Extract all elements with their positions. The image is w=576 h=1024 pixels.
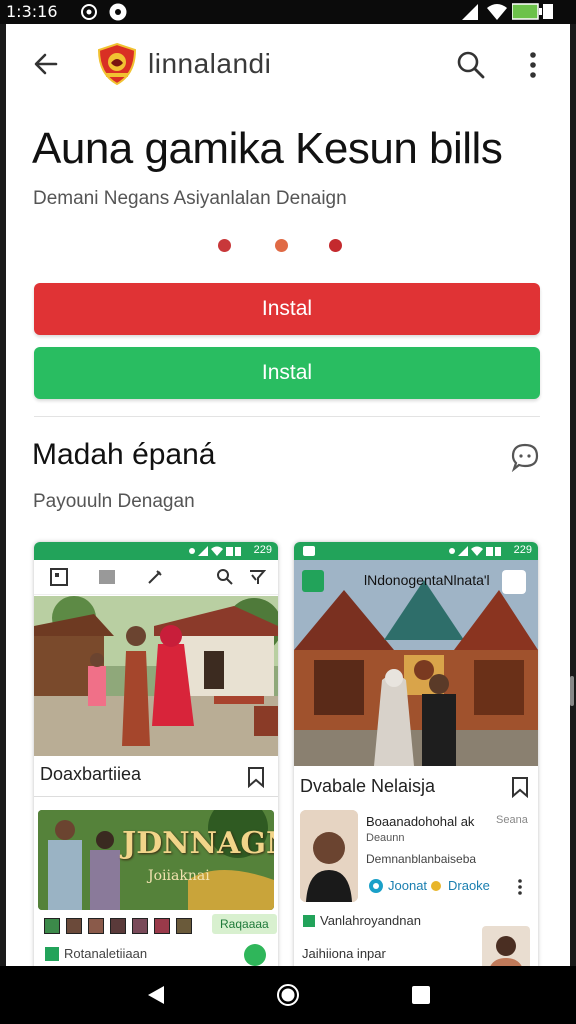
chat-bubble-icon[interactable] — [510, 442, 540, 472]
avatar[interactable] — [132, 918, 148, 934]
page-subline: Demani Negans Asiyanlalan Denaign — [33, 188, 347, 209]
card-caption: Dvabale Nelaisja — [300, 776, 436, 796]
traditional-house-photo[interactable]: lNdonogentaNlnata'l — [294, 560, 538, 766]
edit-icon[interactable] — [146, 568, 164, 586]
promo-banner[interactable]: JDNNAGN Joiiaknai — [38, 810, 274, 910]
section-subtitle: Payouuln Denagan — [33, 491, 195, 512]
card-status-bar: 229 — [34, 542, 278, 560]
avatar[interactable] — [66, 918, 82, 934]
system-nav-bar — [0, 966, 576, 1024]
install-button-primary[interactable]: Instal — [34, 283, 540, 335]
item-line3: Demnanblanbaiseba — [366, 852, 477, 866]
battery-icon — [512, 3, 553, 20]
verified-icon — [369, 879, 383, 893]
scrollbar-thumb[interactable] — [570, 676, 574, 706]
portrait-illustration — [482, 926, 530, 966]
grid-icon[interactable] — [50, 568, 68, 586]
banner-subtitle: Joiiaknai — [148, 868, 210, 884]
app-icon — [45, 947, 59, 961]
status-icons — [189, 546, 241, 556]
content-card-left[interactable]: 229 Doaxbartiiea JDNNAG Joiiaknai Raqaaa… — [34, 542, 278, 966]
card-footer: Rotanaletiiaan — [64, 946, 148, 961]
section-title: Madah épaná — [32, 438, 216, 471]
status-bar: 1:3:16 — [0, 0, 576, 24]
card-footer: Jaihiiona inpar — [302, 946, 386, 961]
wifi-icon — [487, 4, 507, 20]
nav-home-icon[interactable] — [276, 983, 300, 1007]
notification-icon — [303, 546, 315, 556]
nav-recents-icon[interactable] — [411, 985, 431, 1005]
content-card-right[interactable]: 229 lNdonogentaNlnata'l Dvabale Nelaisja… — [294, 542, 538, 966]
card-caption: Doaxbartiiea — [40, 764, 142, 784]
pager-dot[interactable] — [329, 239, 342, 252]
search-icon[interactable] — [216, 568, 234, 586]
avatar[interactable] — [110, 918, 126, 934]
card-status-time: 229 — [253, 544, 272, 556]
status-time: 1:3:16 — [6, 2, 58, 21]
card-toolbar — [34, 560, 278, 595]
avatar[interactable] — [44, 918, 60, 934]
filter-icon[interactable] — [248, 568, 266, 586]
app-bar: linnalandi — [6, 24, 570, 104]
village-illustration — [34, 596, 278, 756]
action-fab[interactable] — [244, 944, 266, 966]
app-logo — [97, 42, 137, 86]
sun-icon — [431, 881, 441, 891]
more-options-icon[interactable] — [524, 50, 542, 80]
village-photo[interactable] — [34, 596, 278, 756]
avatar[interactable] — [176, 918, 192, 934]
card-divider — [34, 796, 278, 797]
card-status-time: 229 — [513, 544, 532, 556]
install-button-secondary[interactable]: Instal — [34, 347, 540, 399]
pager-dots — [218, 239, 348, 253]
pager-dot[interactable] — [218, 239, 231, 252]
bookmark-icon[interactable] — [510, 776, 530, 798]
bookmark-icon[interactable] — [246, 766, 266, 788]
page-headline: Auna gamika Kesun bills — [32, 124, 503, 173]
photo-overlay-title: lNdonogentaNlnata'l — [364, 572, 490, 588]
tag-label[interactable]: Joonat — [388, 878, 427, 893]
row-label: Vanlahroyandnan — [320, 913, 421, 928]
app-icon — [303, 915, 315, 927]
item-line2: Deaunn — [366, 832, 405, 844]
signal-icon — [462, 4, 478, 20]
profile-thumbnail[interactable] — [300, 810, 358, 902]
divider — [34, 416, 540, 417]
profile-photo[interactable] — [482, 926, 530, 966]
avatar[interactable] — [154, 918, 170, 934]
more-options-icon[interactable] — [516, 878, 524, 896]
banner-title: JDNNAGN — [122, 826, 274, 861]
image-icon[interactable] — [98, 569, 116, 585]
app-title: linnalandi — [148, 48, 272, 79]
status-icons — [449, 546, 501, 556]
house-illustration — [294, 560, 538, 766]
sync-icon — [81, 4, 97, 20]
tag-label[interactable]: Draoke — [448, 878, 490, 893]
item-title: Boaanadohohal ak — [366, 814, 475, 829]
back-arrow-icon[interactable] — [32, 50, 60, 78]
app-screen: linnalandi Auna gamika Kesun bills Deman… — [6, 24, 570, 966]
category-chip[interactable]: Raqaaaa — [212, 914, 277, 934]
notification-icon — [109, 3, 127, 21]
nav-back-icon[interactable] — [146, 984, 166, 1006]
card-status-bar: 229 — [294, 542, 538, 560]
item-meta: Seana — [496, 814, 528, 826]
avatar[interactable] — [88, 918, 104, 934]
portrait-illustration — [300, 810, 358, 902]
pager-dot[interactable] — [275, 239, 288, 252]
avatar-row: Raqaaaa — [44, 914, 277, 936]
search-icon[interactable] — [456, 50, 486, 80]
